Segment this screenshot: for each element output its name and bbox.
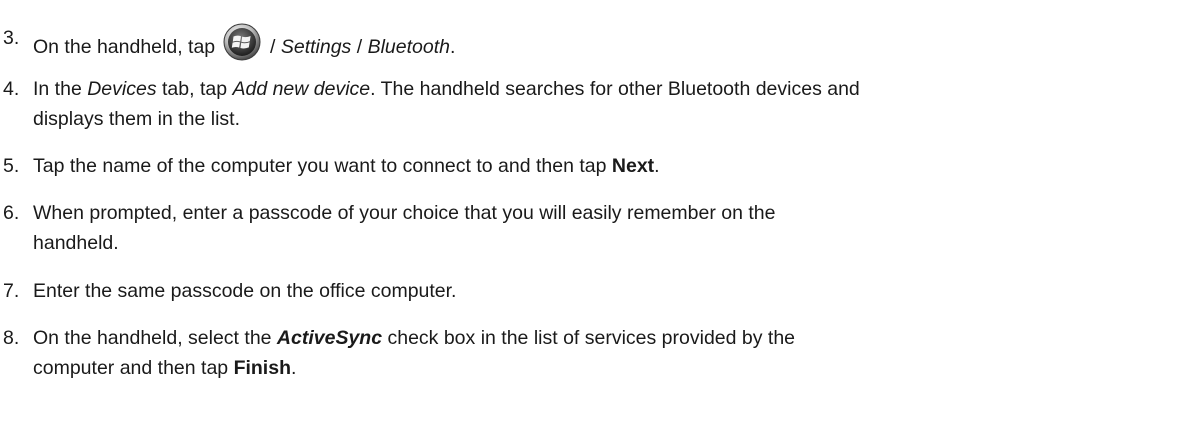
next-label: Next (611, 155, 655, 177)
period: . (654, 155, 660, 177)
step-number: 7. (3, 280, 20, 302)
text-run: check box in the list of services provid… (382, 327, 796, 349)
step-line-2: displays them in the list. (33, 108, 241, 130)
step-line-1: When prompted, enter a passcode of your … (33, 202, 776, 224)
text-run: Tap the name of the computer you want to… (33, 155, 612, 177)
step-number: 8. (3, 327, 20, 349)
step-line-1: In the Devices tab, tap Add new device. … (33, 74, 1183, 104)
settings-label: Settings (280, 36, 352, 58)
step-number: 3. (3, 27, 20, 49)
text-run: In the (33, 78, 88, 100)
text-run: computer and then tap (33, 357, 234, 379)
add-new-device-label: Add new device (232, 78, 371, 100)
step-text: On the handheld, tap / Settings / Blueto… (33, 23, 1183, 62)
text-run: . The handheld searches for other Blueto… (370, 78, 860, 100)
text-run: On the handheld, select the (33, 327, 277, 349)
step-number: 5. (3, 155, 20, 177)
step-text: Tap the name of the computer you want to… (33, 151, 1183, 181)
devices-tab-label: Devices (87, 78, 157, 100)
step-number: 6. (3, 202, 20, 224)
bluetooth-label: Bluetooth (367, 36, 450, 58)
activesync-label: ActiveSync (276, 327, 383, 349)
step-text-prefix: On the handheld, tap (33, 36, 216, 58)
step-line-2: computer and then tap Finish. (33, 353, 1183, 383)
step-text: In the Devices tab, tap Add new device. … (33, 74, 1183, 134)
step-number: 4. (3, 78, 20, 100)
step-text: On the handheld, select the ActiveSync c… (33, 323, 1183, 383)
step-line-1: On the handheld, select the ActiveSync c… (33, 323, 1183, 353)
period: . (290, 357, 297, 379)
period: . (449, 36, 456, 58)
finish-label: Finish (233, 357, 291, 379)
separator: / (351, 36, 368, 58)
separator: / (264, 36, 281, 58)
step-text: When prompted, enter a passcode of your … (33, 198, 1183, 258)
step-text: Enter the same passcode on the office co… (33, 280, 457, 302)
windows-start-icon (223, 23, 261, 61)
step-line-2: handheld. (33, 232, 119, 254)
text-run: tab, tap (156, 78, 233, 100)
